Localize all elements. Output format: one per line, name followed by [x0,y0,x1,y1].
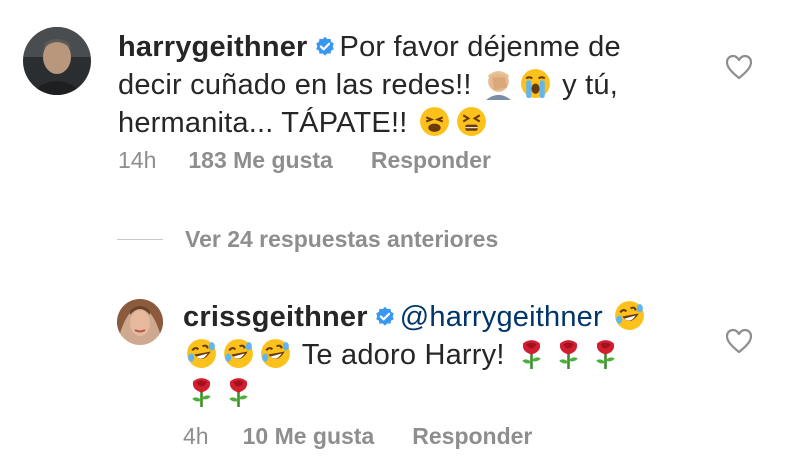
avatar-crissgeithner[interactable] [117,299,163,345]
comment-body: crissgeithner @harrygeithner Te adoro Har… [183,298,723,412]
comment-text-line: Te adoro Harry! [301,339,505,371]
comment-meta: 14h 183 Me gusta Responder [118,147,491,174]
crying-emoji-icon [519,68,551,99]
comment-text-line: decir cuñado en las redes!! [118,69,472,101]
reply-button[interactable]: Responder [371,147,491,174]
view-replies-link[interactable]: Ver 24 respuestas anteriores [185,226,498,253]
verified-badge-icon [314,36,335,57]
rofl-emoji-icon [260,338,291,369]
comment-username[interactable]: harrygeithner [118,31,308,63]
facepalm-emoji-icon [486,71,511,100]
reply-button[interactable]: Responder [412,423,532,450]
tired-emoji-icon [455,106,487,137]
rose-emoji-icon [520,338,542,370]
rose-emoji-icon [594,338,616,370]
comment-username[interactable]: crissgeithner [183,301,368,333]
comment-text-line: y tú, [562,69,618,101]
heart-outline-icon[interactable] [725,54,753,80]
comment-timestamp[interactable]: 4h [183,423,209,450]
divider-line [117,239,163,240]
rofl-emoji-icon [614,300,646,331]
comment-meta: 4h 10 Me gusta Responder [183,423,532,450]
rose-emoji-icon [557,338,579,370]
mention-link[interactable]: @harrygeithner [400,301,603,333]
view-replies-row[interactable]: Ver 24 respuestas anteriores [117,226,498,253]
rofl-emoji-icon [186,338,217,369]
comment-body: harrygeithner Por favor déjenme de decir … [118,28,738,142]
comment-text-line: hermanita... TÁPATE!! [118,107,408,139]
rofl-emoji-icon [223,338,254,369]
comment-text-line: Por favor déjenme de [339,31,621,63]
weary-emoji-icon [418,106,450,137]
heart-outline-icon[interactable] [725,328,753,354]
like-count[interactable]: 10 Me gusta [243,423,375,450]
rose-emoji-icon [190,376,213,408]
verified-badge-icon [374,306,395,327]
rose-emoji-icon [227,376,250,408]
like-count[interactable]: 183 Me gusta [188,147,332,174]
avatar-harrygeithner[interactable] [23,27,91,95]
comment-timestamp[interactable]: 14h [118,147,156,174]
